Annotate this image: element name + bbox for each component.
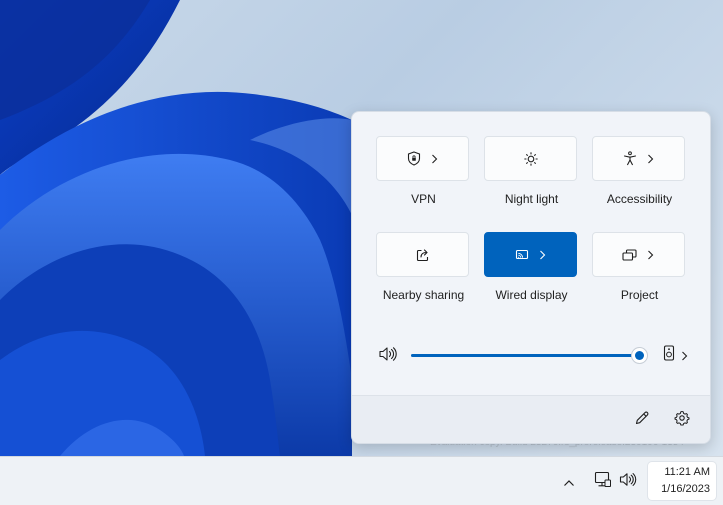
shield-icon (406, 151, 422, 167)
accessibility-button[interactable] (592, 136, 685, 181)
accessibility-icon (622, 151, 638, 167)
volume-slider-thumb[interactable] (632, 348, 647, 363)
sound-output-button[interactable] (663, 345, 688, 365)
volume-slider-fill (411, 354, 639, 357)
show-hidden-icons-button[interactable] (563, 473, 575, 492)
wired-display-button[interactable] (484, 232, 577, 277)
speaker-icon[interactable] (378, 346, 398, 366)
chevron-up-icon (563, 473, 575, 492)
volume-row (378, 344, 688, 366)
all-settings-button[interactable] (674, 410, 690, 430)
tile-vpn: VPN (376, 136, 471, 206)
tile-label: Nearby sharing (382, 288, 465, 302)
chevron-right-icon (681, 346, 688, 365)
tile-label: Night light (504, 192, 559, 206)
sun-icon (523, 151, 539, 167)
tile-label: VPN (411, 192, 436, 206)
quick-settings-panel: VPN Night light Accessibility Nearby sha… (351, 111, 711, 444)
network-icon (594, 471, 612, 492)
chevron-right-icon[interactable] (538, 249, 548, 261)
tile-label: Accessibility (606, 192, 673, 206)
chevron-right-icon[interactable] (646, 153, 656, 165)
nearby-sharing-toggle-button[interactable] (376, 232, 469, 277)
project-button[interactable] (592, 232, 685, 277)
tile-label: Project (620, 288, 659, 302)
volume-slider[interactable] (411, 348, 647, 363)
clock-time: 11:21 AM (664, 466, 710, 478)
tile-accessibility: Accessibility (592, 136, 687, 206)
clock-date: 1/16/2023 (661, 483, 710, 495)
quick-settings-footer (352, 395, 710, 443)
gear-icon (674, 411, 690, 430)
chevron-right-icon[interactable] (646, 249, 656, 261)
tile-nearby-sharing: Nearby sharing (376, 232, 471, 302)
project-icon (622, 247, 638, 263)
night-light-toggle-button[interactable] (484, 136, 577, 181)
volume-icon (619, 472, 637, 491)
share-icon (415, 247, 431, 263)
chevron-right-icon[interactable] (430, 153, 440, 165)
edit-quick-settings-button[interactable] (634, 410, 650, 430)
clock-button[interactable]: 11:21 AM 1/16/2023 (648, 462, 716, 500)
tile-project: Project (592, 232, 687, 302)
vpn-toggle-button[interactable] (376, 136, 469, 181)
quick-settings-tray-button[interactable] (588, 463, 643, 499)
tile-label: Wired display (495, 288, 568, 302)
cast-icon (514, 247, 530, 263)
taskbar: 11:21 AM 1/16/2023 (0, 456, 723, 505)
pencil-icon (634, 411, 650, 430)
tile-wired-display: Wired display (484, 232, 579, 302)
tile-night-light: Night light (484, 136, 579, 206)
speaker-device-icon (663, 345, 675, 365)
